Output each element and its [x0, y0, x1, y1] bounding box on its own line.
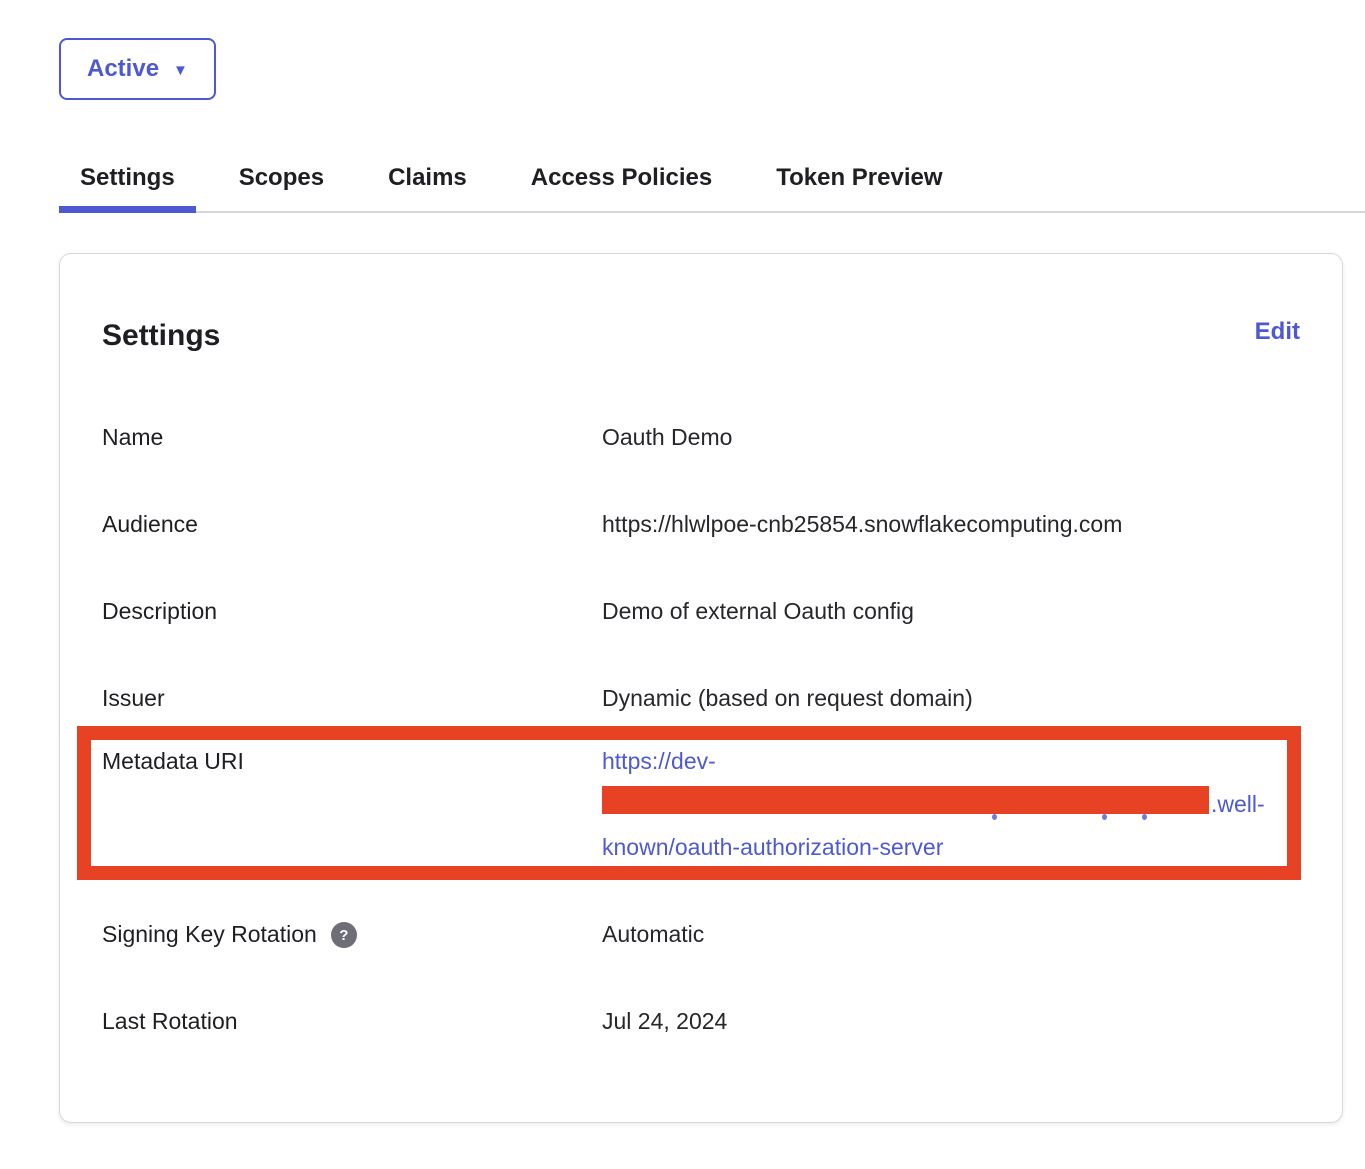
field-label: Name	[102, 416, 602, 459]
tab-label: Access Policies	[531, 164, 712, 191]
card-header: Settings Edit	[102, 318, 1300, 354]
field-label-text: Signing Key Rotation	[102, 913, 317, 956]
edit-link[interactable]: Edit	[1255, 318, 1300, 346]
tab-token-preview[interactable]: Token Preview	[755, 164, 963, 211]
card-title: Settings	[102, 318, 220, 354]
tab-access-policies[interactable]: Access Policies	[510, 164, 733, 211]
metadata-uri-link[interactable]: https://dev- .well-known/oauth-authorizat…	[602, 748, 1265, 860]
field-row-metadata-uri: Metadata URI https://dev- .well-known/oau…	[102, 740, 1300, 869]
field-value: Demo of external Oauth config	[602, 590, 914, 633]
tab-scopes[interactable]: Scopes	[218, 164, 345, 211]
chevron-down-icon: ▼	[173, 60, 188, 78]
field-row-last-rotation: Last Rotation Jul 24, 2024	[102, 1000, 1300, 1043]
field-value: Oauth Demo	[602, 416, 732, 459]
metadata-uri-part3: known/oauth-authorization-server	[602, 834, 943, 860]
field-value: Dynamic (based on request domain)	[602, 677, 973, 720]
field-label: Signing Key Rotation ?	[102, 913, 602, 956]
field-row-description: Description Demo of external Oauth confi…	[102, 590, 1300, 633]
tab-label: Claims	[388, 164, 467, 191]
help-icon[interactable]: ?	[331, 922, 357, 948]
field-label: Issuer	[102, 677, 602, 720]
metadata-uri-part2: .well-	[1211, 791, 1265, 817]
field-label: Metadata URI	[102, 740, 602, 869]
metadata-uri-part1: https://dev-	[602, 748, 716, 774]
field-value: https://hlwlpoe-cnb25854.snowflakecomput…	[602, 503, 1122, 546]
tab-settings[interactable]: Settings	[59, 164, 196, 211]
field-row-signing-key-rotation: Signing Key Rotation ? Automatic	[102, 913, 1300, 956]
redaction-bar	[602, 786, 1209, 814]
tab-label: Settings	[80, 164, 175, 191]
field-label: Audience	[102, 503, 602, 546]
settings-card: Settings Edit Name Oauth Demo Audience h…	[59, 253, 1343, 1123]
tab-label: Token Preview	[776, 164, 942, 191]
field-value: Jul 24, 2024	[602, 1000, 727, 1043]
field-value: https://dev- .well-known/oauth-authorizat…	[602, 740, 1265, 869]
field-row-issuer: Issuer Dynamic (based on request domain)	[102, 677, 1300, 720]
status-dropdown-label: Active	[87, 55, 159, 83]
field-label: Last Rotation	[102, 1000, 602, 1043]
tab-bar: Settings Scopes Claims Access Policies T…	[59, 164, 1365, 213]
field-value: Automatic	[602, 913, 704, 956]
field-row-audience: Audience https://hlwlpoe-cnb25854.snowfl…	[102, 503, 1300, 546]
tab-claims[interactable]: Claims	[367, 164, 488, 211]
tab-label: Scopes	[239, 164, 324, 191]
status-dropdown-button[interactable]: Active ▼	[59, 38, 216, 100]
authorization-server-settings-page: Active ▼ Settings Scopes Claims Access P…	[0, 0, 1365, 1169]
field-row-name: Name Oauth Demo	[102, 416, 1300, 459]
field-label: Description	[102, 590, 602, 633]
